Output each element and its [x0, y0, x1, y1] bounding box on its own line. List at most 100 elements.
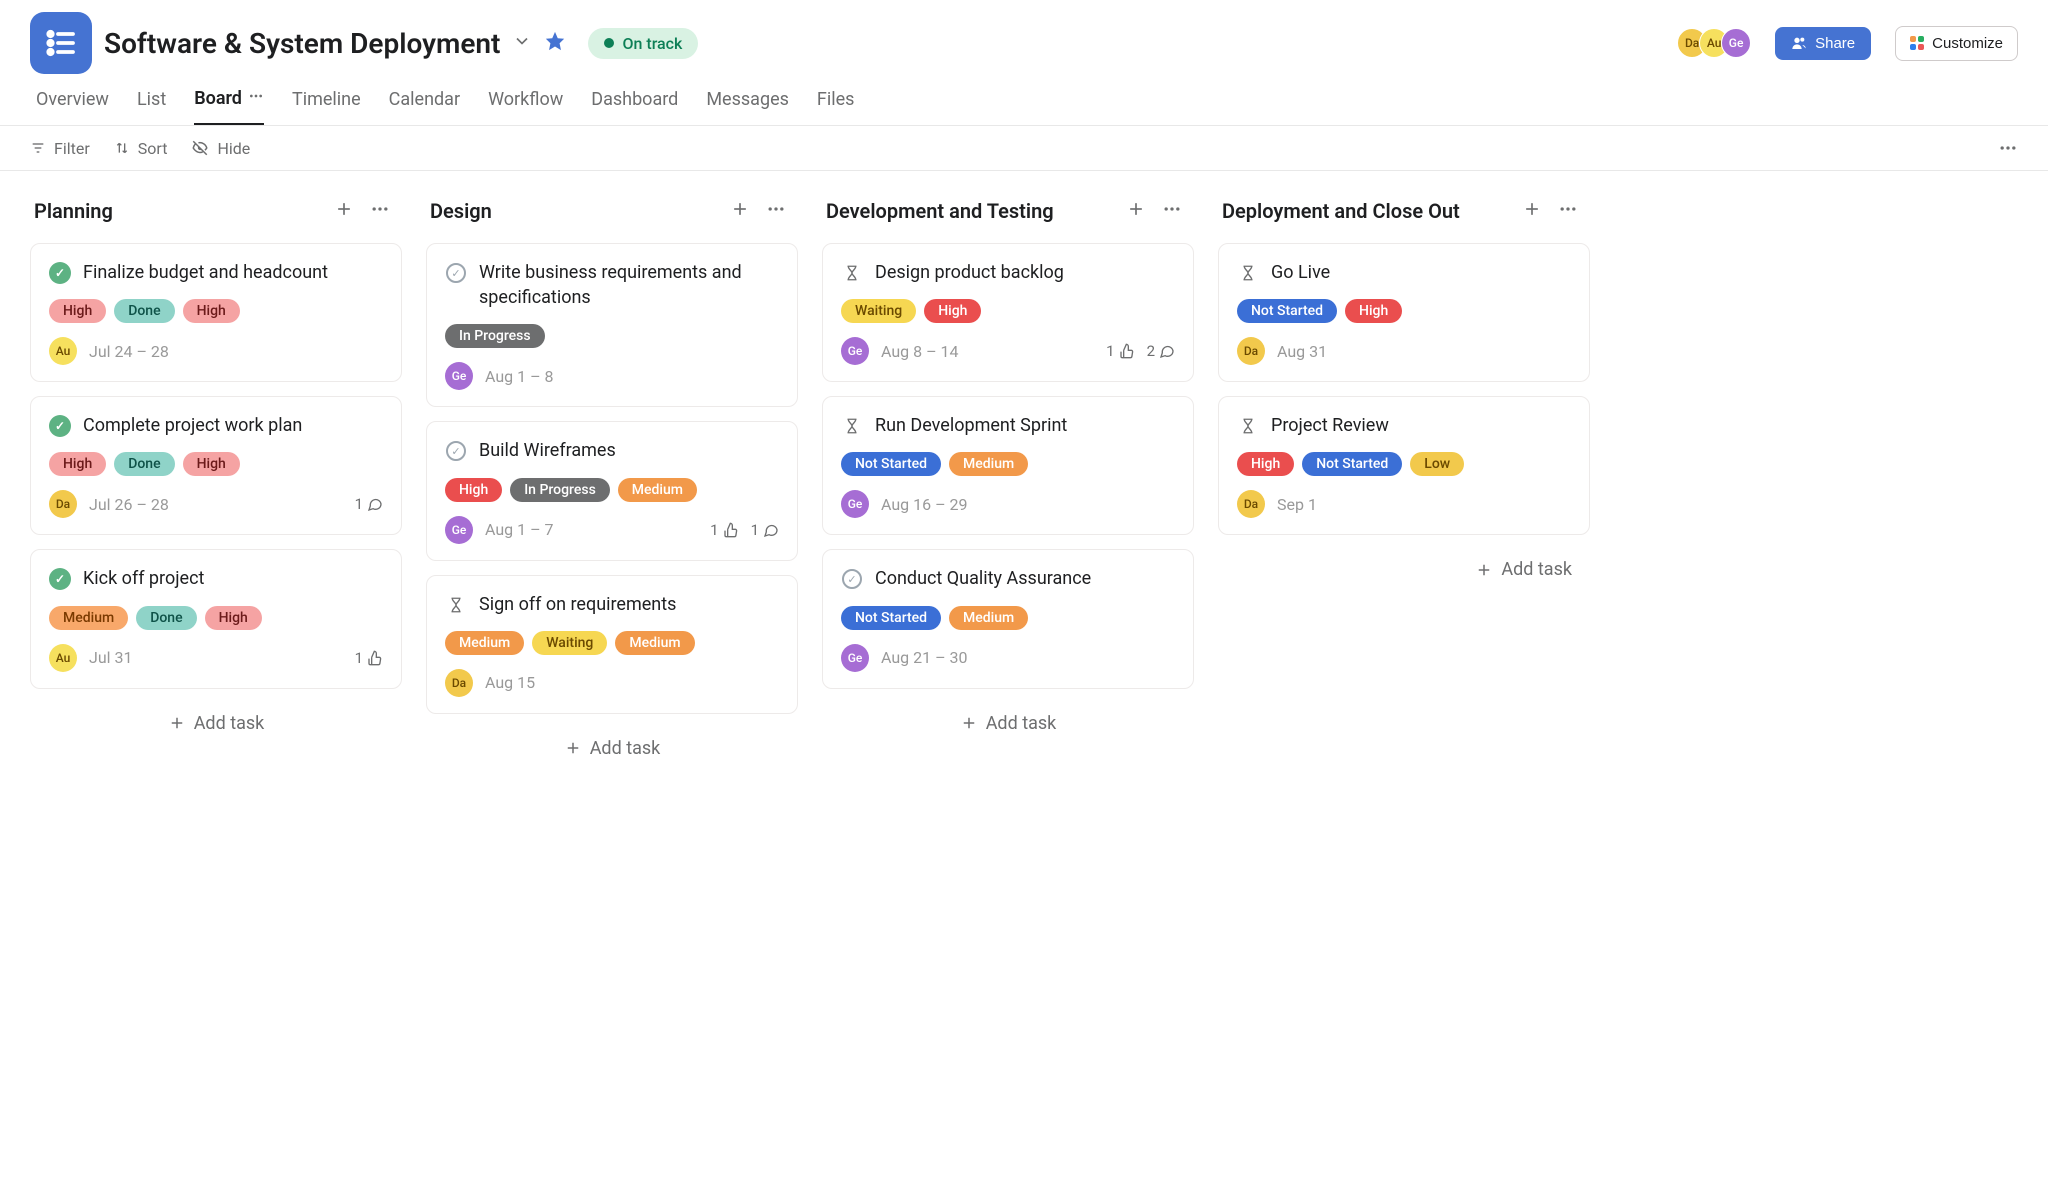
task-card[interactable]: Build WireframesHighIn ProgressMediumGeA…: [426, 421, 798, 560]
more-options-button[interactable]: [1998, 138, 2018, 158]
add-task-button[interactable]: Add task: [426, 728, 798, 769]
tag[interactable]: Not Started: [1237, 299, 1337, 323]
column-title[interactable]: Development and Testing: [826, 199, 1118, 223]
hide-button[interactable]: Hide: [191, 139, 250, 158]
comment-count[interactable]: 1: [751, 521, 779, 539]
task-card[interactable]: Finalize budget and headcountHighDoneHig…: [30, 243, 402, 382]
tab-list[interactable]: List: [137, 88, 166, 125]
assignee-avatar[interactable]: Da: [445, 669, 473, 697]
tag[interactable]: High: [1345, 299, 1402, 323]
hourglass-icon[interactable]: [841, 262, 863, 284]
avatar-stack[interactable]: Da Au Ge: [1677, 28, 1751, 58]
column-more-button[interactable]: [362, 195, 398, 227]
tab-workflow[interactable]: Workflow: [488, 88, 563, 125]
tab-overview[interactable]: Overview: [36, 88, 109, 125]
tag[interactable]: Medium: [445, 631, 524, 655]
avatar[interactable]: Ge: [1721, 28, 1751, 58]
tag[interactable]: Not Started: [1302, 452, 1402, 476]
more-icon[interactable]: [248, 88, 264, 109]
add-task-button[interactable]: Add task: [1218, 549, 1590, 590]
tag[interactable]: High: [1237, 452, 1294, 476]
column-title[interactable]: Planning: [34, 199, 326, 223]
comment-count[interactable]: 2: [1147, 342, 1175, 360]
comment-count[interactable]: 1: [355, 495, 383, 513]
tag[interactable]: Medium: [949, 606, 1028, 630]
tag[interactable]: Medium: [618, 478, 697, 502]
assignee-avatar[interactable]: Au: [49, 644, 77, 672]
assignee-avatar[interactable]: Ge: [841, 490, 869, 518]
task-card[interactable]: Write business requirements and specific…: [426, 243, 798, 407]
like-count[interactable]: 1: [355, 649, 383, 667]
add-task-button[interactable]: Add task: [822, 703, 1194, 744]
check-circle-icon[interactable]: [445, 440, 467, 462]
tag[interactable]: Done: [136, 606, 196, 630]
assignee-avatar[interactable]: Ge: [841, 337, 869, 365]
tag[interactable]: Medium: [949, 452, 1028, 476]
tag[interactable]: Medium: [49, 606, 128, 630]
tag[interactable]: Waiting: [532, 631, 607, 655]
tag[interactable]: Not Started: [841, 606, 941, 630]
tag[interactable]: In Progress: [510, 478, 610, 502]
hourglass-icon[interactable]: [1237, 415, 1259, 437]
tag[interactable]: High: [49, 452, 106, 476]
tag[interactable]: Done: [114, 299, 174, 323]
project-title[interactable]: Software & System Deployment: [104, 27, 500, 60]
like-count[interactable]: 1: [710, 521, 738, 539]
tag[interactable]: High: [445, 478, 502, 502]
chevron-down-icon[interactable]: [512, 31, 532, 55]
task-card[interactable]: Run Development SprintNot StartedMediumG…: [822, 396, 1194, 535]
share-button[interactable]: Share: [1775, 27, 1871, 60]
tag[interactable]: Medium: [615, 631, 694, 655]
tag[interactable]: Done: [114, 452, 174, 476]
sort-button[interactable]: Sort: [114, 139, 168, 158]
tag[interactable]: High: [49, 299, 106, 323]
tab-calendar[interactable]: Calendar: [389, 88, 460, 125]
assignee-avatar[interactable]: Ge: [445, 362, 473, 390]
tab-dashboard[interactable]: Dashboard: [591, 88, 678, 125]
tag[interactable]: In Progress: [445, 324, 545, 348]
tag[interactable]: High: [183, 452, 240, 476]
add-card-button[interactable]: [326, 195, 362, 227]
task-card[interactable]: Go LiveNot StartedHighDaAug 31: [1218, 243, 1590, 382]
tag[interactable]: High: [205, 606, 262, 630]
add-card-button[interactable]: [722, 195, 758, 227]
tab-files[interactable]: Files: [817, 88, 855, 125]
tab-messages[interactable]: Messages: [706, 88, 789, 125]
column-more-button[interactable]: [758, 195, 794, 227]
add-card-button[interactable]: [1118, 195, 1154, 227]
check-complete-icon[interactable]: [49, 415, 71, 437]
task-card[interactable]: Design product backlogWaitingHighGeAug 8…: [822, 243, 1194, 382]
task-card[interactable]: Complete project work planHighDoneHighDa…: [30, 396, 402, 535]
assignee-avatar[interactable]: Da: [1237, 490, 1265, 518]
assignee-avatar[interactable]: Da: [1237, 337, 1265, 365]
add-task-button[interactable]: Add task: [30, 703, 402, 744]
column-title[interactable]: Design: [430, 199, 722, 223]
assignee-avatar[interactable]: Au: [49, 337, 77, 365]
task-card[interactable]: Sign off on requirementsMediumWaitingMed…: [426, 575, 798, 714]
customize-button[interactable]: Customize: [1895, 26, 2018, 61]
filter-button[interactable]: Filter: [30, 139, 90, 158]
tab-board[interactable]: Board: [194, 88, 264, 125]
task-card[interactable]: Project ReviewHighNot StartedLowDaSep 1: [1218, 396, 1590, 535]
assignee-avatar[interactable]: Da: [49, 490, 77, 518]
column-more-button[interactable]: [1550, 195, 1586, 227]
star-icon[interactable]: [544, 30, 566, 56]
hourglass-icon[interactable]: [445, 594, 467, 616]
column-title[interactable]: Deployment and Close Out: [1222, 199, 1514, 223]
like-count[interactable]: 1: [1106, 342, 1134, 360]
column-more-button[interactable]: [1154, 195, 1190, 227]
status-pill[interactable]: On track: [588, 28, 698, 59]
add-card-button[interactable]: [1514, 195, 1550, 227]
tab-timeline[interactable]: Timeline: [292, 88, 361, 125]
tag[interactable]: Waiting: [841, 299, 916, 323]
check-circle-icon[interactable]: [841, 568, 863, 590]
task-card[interactable]: Kick off projectMediumDoneHighAuJul 311: [30, 549, 402, 688]
hourglass-icon[interactable]: [841, 415, 863, 437]
tag[interactable]: Not Started: [841, 452, 941, 476]
task-card[interactable]: Conduct Quality AssuranceNot StartedMedi…: [822, 549, 1194, 688]
tag[interactable]: High: [924, 299, 981, 323]
hourglass-icon[interactable]: [1237, 262, 1259, 284]
check-circle-icon[interactable]: [445, 262, 467, 284]
assignee-avatar[interactable]: Ge: [841, 644, 869, 672]
assignee-avatar[interactable]: Ge: [445, 516, 473, 544]
